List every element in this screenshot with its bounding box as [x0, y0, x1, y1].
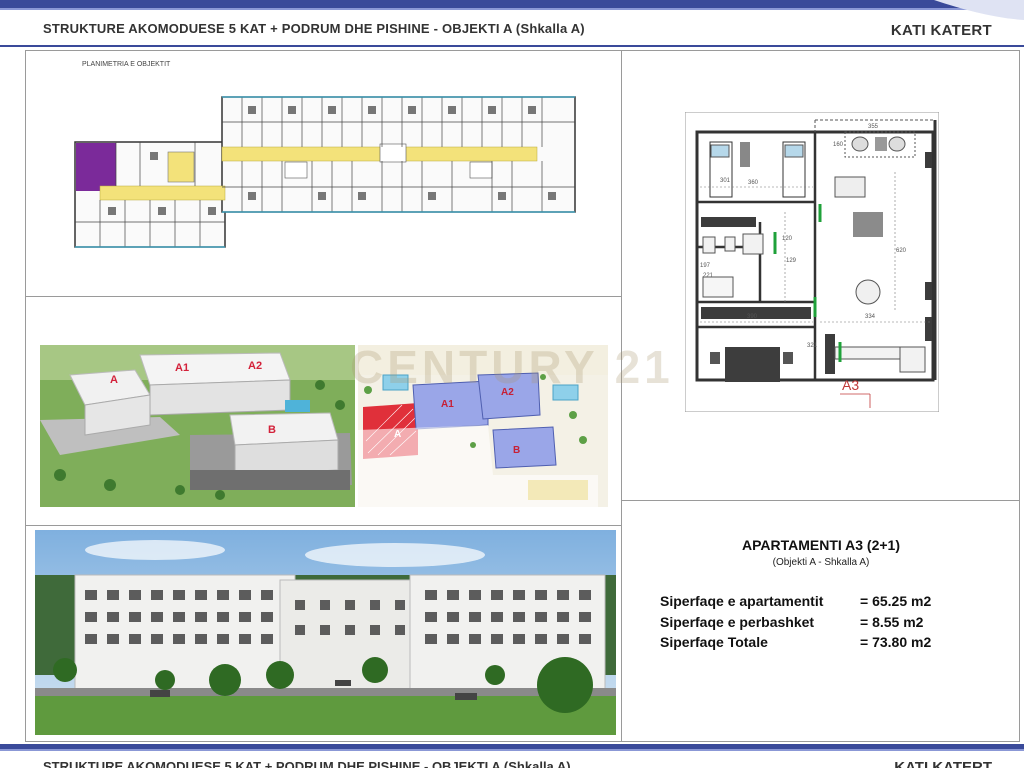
highlighted-unit — [76, 143, 116, 191]
site-label-a: A — [394, 429, 401, 440]
street-render — [35, 530, 616, 735]
dim-label-7: 390 — [747, 314, 758, 320]
footer-stripe-light — [0, 749, 1024, 751]
aerial-label-a: A — [110, 374, 118, 386]
dim-label-11: 129 — [786, 258, 797, 264]
apartment-subtitle: (Objekti A - Shkalla A) — [772, 557, 870, 568]
dim-label-6: 221 — [703, 273, 714, 279]
apartment-floorplan: 355 160 360 301 120 221 390 334 620 321 … — [685, 112, 939, 412]
area-value: = 73.80 m2 — [860, 634, 932, 650]
dim-label-3: 360 — [748, 180, 759, 186]
floor-title: KATI KATERT — [890, 22, 992, 39]
footer-title: STRUKTURE AKOMODUESE 5 KAT + PODRUM DHE … — [43, 759, 571, 768]
century21-watermark: CENTURY 21 — [350, 341, 674, 393]
dim-label-5: 120 — [782, 236, 793, 242]
divider-1 — [25, 296, 622, 297]
corner-wave-decoration — [934, 0, 1024, 20]
footer-floor: KATI KATERT — [894, 759, 992, 768]
dim-label-8: 334 — [865, 314, 876, 320]
site-label-b: B — [513, 445, 520, 456]
floorplan-label: PLANIMETRIA E OBJEKTIT — [82, 61, 171, 68]
apartment-title: APARTAMENTI A3 (2+1) — [741, 537, 901, 553]
divider-3 — [622, 500, 1020, 501]
building-floorplan — [74, 96, 576, 248]
dim-label-9: 620 — [896, 248, 907, 254]
aerial-label-b: B — [268, 424, 276, 436]
dim-label-10: 321 — [807, 343, 818, 349]
divider-2 — [25, 525, 622, 526]
area-value: = 65.25 m2 — [860, 593, 932, 609]
dim-label-12: 197 — [700, 263, 711, 269]
dim-label-1: 355 — [868, 124, 879, 130]
vertical-divider — [621, 50, 622, 742]
dim-label-4: 301 — [720, 178, 731, 184]
aerial-label-a2: A2 — [248, 360, 262, 372]
area-label: Siperfaqe e perbashket — [660, 614, 815, 630]
dim-label-2: 160 — [833, 142, 844, 148]
unit-label: A3 — [842, 377, 859, 393]
footer-band: STRUKTURE AKOMODUESE 5 KAT + PODRUM DHE … — [0, 744, 1024, 768]
header-underline — [0, 45, 1024, 47]
document-title: STRUKTURE AKOMODUESE 5 KAT + PODRUM DHE … — [43, 21, 585, 36]
aerial-label-a1: A1 — [175, 362, 189, 374]
area-label: Siperfaqe e apartamentit — [660, 593, 824, 609]
aerial-render: A A1 A2 B — [40, 345, 355, 507]
site-label-a1: A1 — [441, 399, 454, 410]
area-label: Siperfaqe Totale — [660, 634, 768, 650]
area-value: = 8.55 m2 — [860, 614, 924, 630]
header-band: STRUKTURE AKOMODUESE 5 KAT + PODRUM DHE … — [0, 0, 1024, 47]
header-stripe — [0, 0, 1024, 8]
header-stripe-light — [0, 8, 1024, 10]
